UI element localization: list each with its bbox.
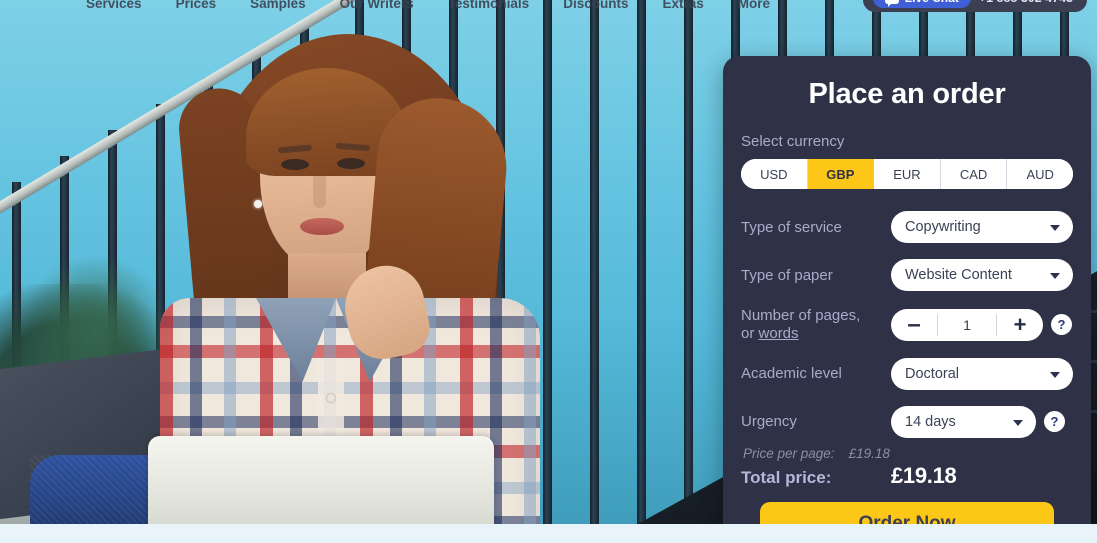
page-title: Place an order (808, 78, 1006, 110)
currency-label: Select currency (741, 133, 845, 150)
nav-item-discounts[interactable]: Discounts (563, 0, 628, 11)
number-of-pages-label-line2-prefix: or (741, 324, 759, 342)
type-of-paper-value: Website Content (905, 267, 1012, 284)
nav-item-extras[interactable]: Extras (662, 0, 703, 11)
order-form-panel: Place an order Select currency USD GBP E… (723, 56, 1091, 543)
live-chat-button[interactable]: Live Chat (872, 0, 971, 8)
pages-help-icon[interactable]: ? (1051, 314, 1072, 335)
number-of-pages-label-line1: Number of pages, (741, 307, 861, 325)
nav-item-testimonials[interactable]: Testimonials (448, 0, 530, 11)
type-of-service-label: Type of service (741, 218, 842, 236)
type-of-service-select[interactable]: Copywriting (891, 211, 1073, 244)
currency-selector: USD GBP EUR CAD AUD (741, 159, 1073, 190)
currency-option-gbp[interactable]: GBP (807, 159, 875, 190)
chevron-down-icon (1050, 225, 1060, 232)
academic-level-select[interactable]: Doctoral (891, 357, 1073, 390)
increment-pages-button[interactable]: + (997, 309, 1043, 341)
price-per-page: Price per page: £19.18 (743, 446, 1073, 461)
chevron-down-icon (1050, 273, 1060, 280)
currency-option-usd[interactable]: USD (741, 159, 808, 190)
academic-level-label: Academic level (741, 365, 842, 383)
urgency-row: Urgency 14 days ? (741, 405, 1073, 438)
words-link[interactable]: words (759, 325, 799, 342)
urgency-value: 14 days (905, 413, 956, 430)
type-of-paper-row: Type of paper Website Content (741, 259, 1073, 292)
total-price-value: £19.18 (891, 462, 957, 488)
number-of-pages-label: Number of pages, or words (741, 307, 891, 342)
nav-right-cluster: Live Chat +1 888 302 4743 (862, 0, 1087, 12)
type-of-paper-label: Type of paper (741, 266, 833, 284)
nav-item-services[interactable]: Services (86, 0, 142, 11)
pages-input[interactable] (938, 308, 996, 341)
currency-option-aud[interactable]: AUD (1007, 159, 1073, 190)
decrement-pages-button[interactable]: – (891, 309, 937, 341)
top-navigation: Services Prices Samples Our Writers Test… (0, 0, 1097, 13)
phone-number[interactable]: +1 888 302 4743 (979, 0, 1073, 5)
type-of-paper-select[interactable]: Website Content (891, 259, 1073, 292)
price-per-page-label: Price per page: (743, 445, 835, 461)
academic-level-value: Doctoral (905, 365, 959, 382)
nav-item-prices[interactable]: Prices (176, 0, 217, 11)
academic-level-row: Academic level Doctoral (741, 357, 1073, 390)
currency-option-cad[interactable]: CAD (940, 159, 1008, 190)
type-of-service-row: Type of service Copywriting (741, 211, 1073, 244)
urgency-label: Urgency (741, 413, 797, 431)
chevron-down-icon (1013, 419, 1023, 426)
nav-links: Services Prices Samples Our Writers Test… (86, 0, 770, 12)
nav-item-samples[interactable]: Samples (250, 0, 306, 11)
pages-stepper: – + (891, 308, 1043, 341)
nav-item-more[interactable]: More (738, 0, 770, 11)
number-of-pages-row: Number of pages, or words – + ? (741, 307, 1073, 342)
urgency-select[interactable]: 14 days (891, 405, 1036, 438)
chevron-down-icon (1050, 371, 1060, 378)
price-per-page-value: £19.18 (848, 445, 890, 461)
live-chat-label: Live Chat (905, 0, 959, 5)
urgency-help-icon[interactable]: ? (1044, 411, 1065, 433)
chat-bubble-icon (884, 0, 899, 7)
page-root: Services Prices Samples Our Writers Test… (0, 0, 1097, 543)
laptop (148, 436, 494, 524)
type-of-service-value: Copywriting (905, 219, 981, 236)
total-price-label: Total price: (741, 467, 832, 487)
currency-option-eur[interactable]: EUR (874, 159, 941, 190)
total-price-row: Total price: £19.18 (741, 463, 1073, 489)
nav-item-our-writers[interactable]: Our Writers (340, 0, 414, 11)
page-fold (0, 524, 1097, 543)
